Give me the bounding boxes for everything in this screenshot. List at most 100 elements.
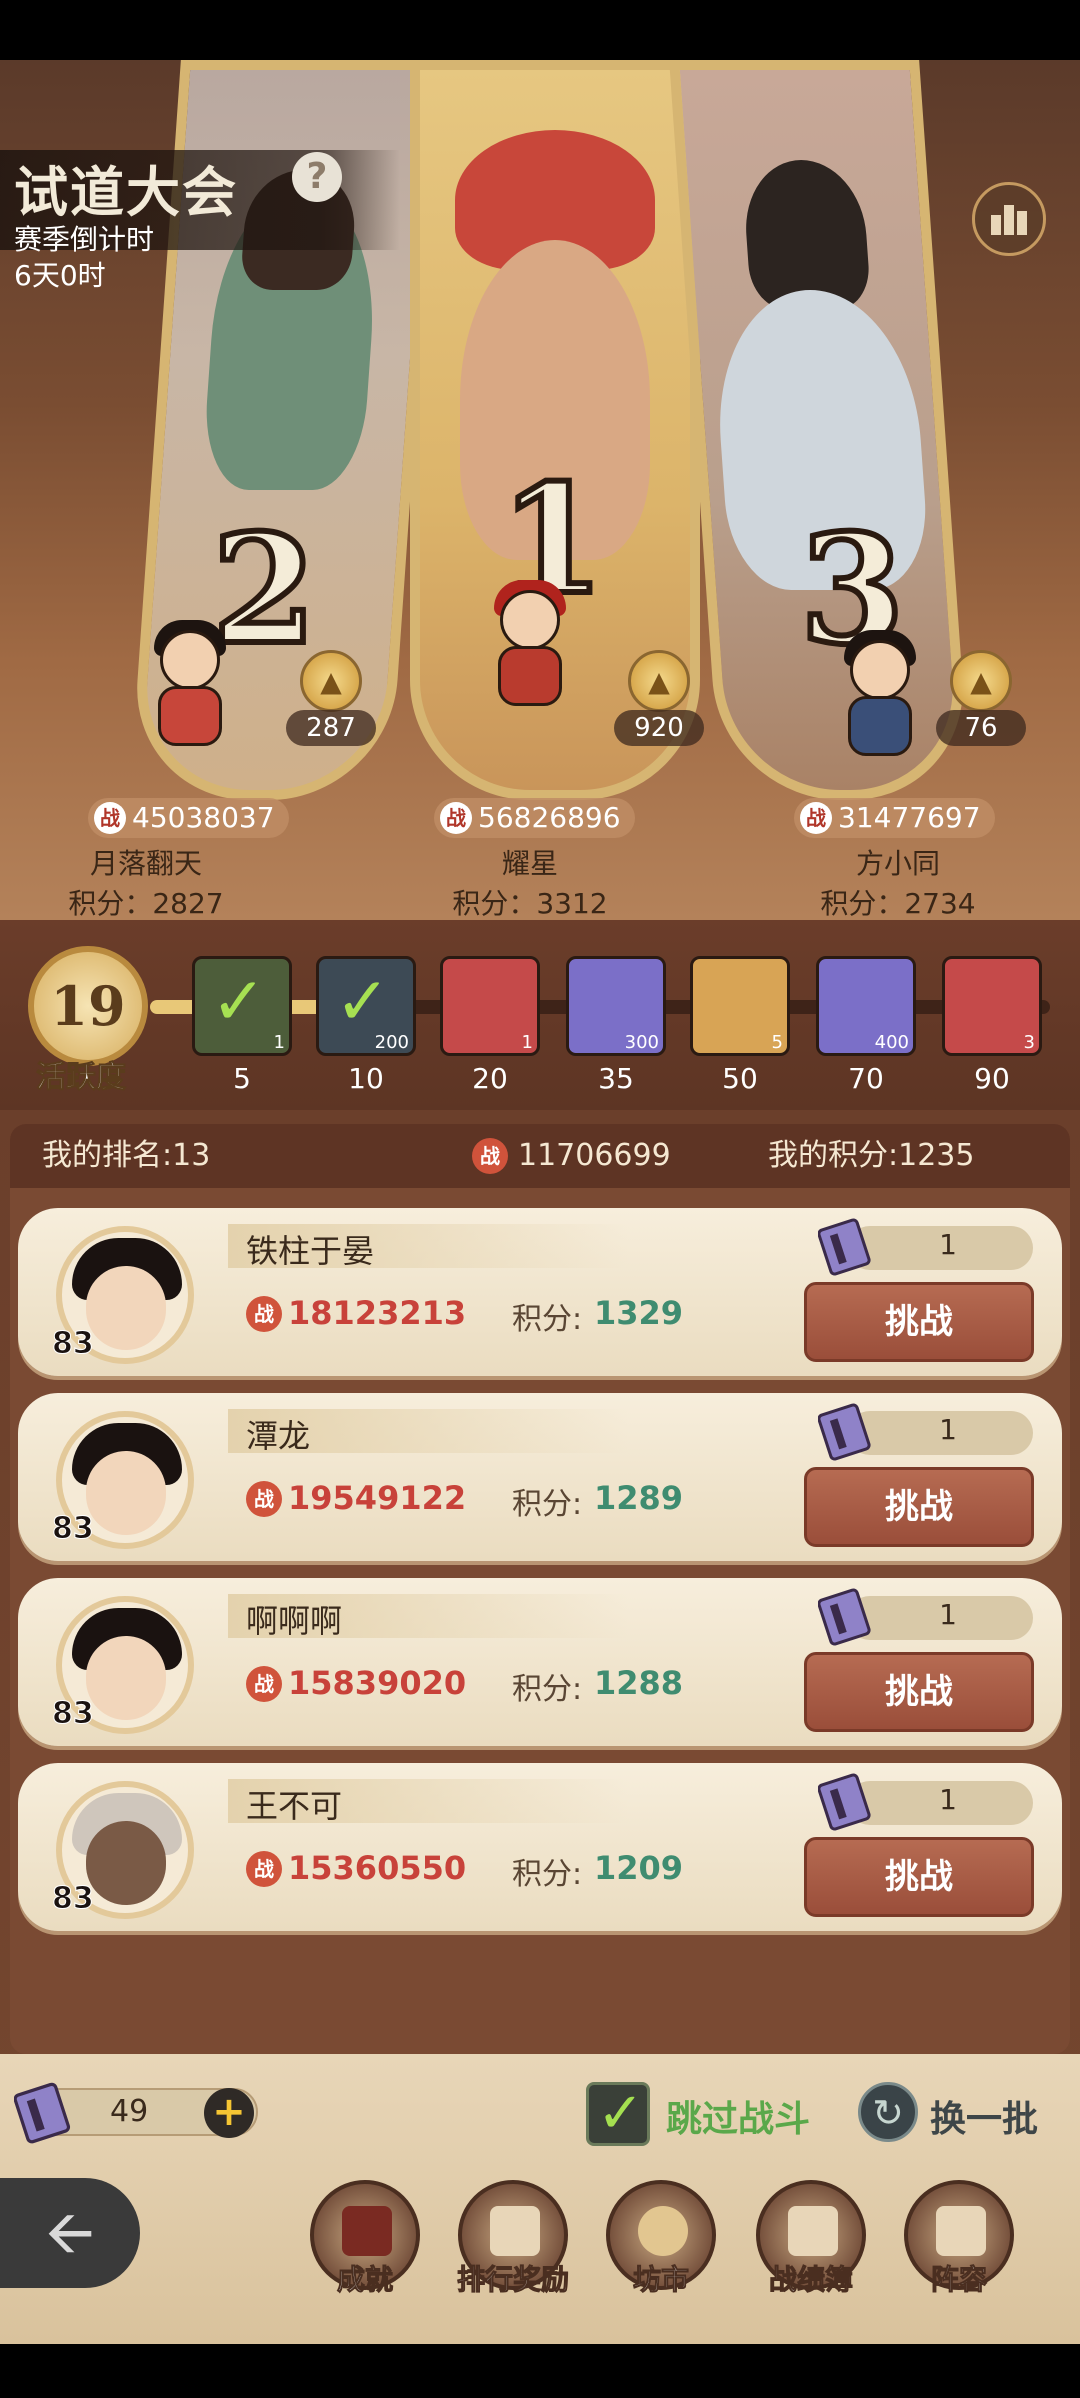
challenge-button[interactable]: 挑战 [804, 1282, 1034, 1362]
reward-chest-90[interactable]: 3 [942, 956, 1042, 1056]
player-power: 19549122 [288, 1479, 467, 1517]
challenge-ticket-icon [818, 1218, 871, 1276]
thumbs-up-icon: ▲ [648, 664, 670, 698]
player-name: 铁柱于晏 [246, 1232, 375, 1270]
money-bag-icon [638, 2206, 688, 2256]
reward-qty: 200 [374, 1032, 409, 1053]
like-count-2: 287 [286, 710, 376, 746]
opponent-row: 83 啊啊啊 战 15839020 积分: 1288 1 挑战 [18, 1578, 1062, 1746]
refresh-icon[interactable]: ↻ [858, 2082, 918, 2142]
power-badge-2: 战 45038037 [88, 798, 289, 838]
like-button-1[interactable]: ▲ [628, 650, 690, 712]
add-tickets-button[interactable]: + [204, 2088, 254, 2138]
challenge-button[interactable]: 挑战 [804, 1652, 1034, 1732]
my-power: 11706699 [518, 1138, 671, 1173]
ranking-bars-icon [490, 2206, 540, 2256]
hero-score-1: 积分：3312 [452, 887, 608, 920]
challenge-ticket-icon [818, 1773, 871, 1831]
nav-battle-records-label: 战绩簿 [768, 2263, 853, 2297]
player-score: 1209 [594, 1849, 684, 1887]
player-power: 15360550 [288, 1849, 467, 1887]
player-score: 1289 [594, 1479, 684, 1517]
reward-chest-35[interactable]: 300 [566, 956, 666, 1056]
reward-threshold: 70 [848, 1062, 884, 1095]
refresh-opponents-button[interactable]: 换一批 [930, 2090, 1038, 2142]
ticket-cost: 1 [939, 1598, 957, 1631]
opponent-row: 83 潭龙 战 19549122 积分: 1289 1 挑战 [18, 1393, 1062, 1561]
reward-chest-50[interactable]: 5 [690, 956, 790, 1056]
back-arrow-icon: 🡨 [45, 2198, 95, 2268]
player-score: 1288 [594, 1664, 684, 1702]
reward-qty: 1 [521, 1032, 533, 1053]
activity-bar [0, 920, 1080, 1110]
battle-power-icon: 战 [246, 1851, 282, 1887]
check-icon: ✓ [597, 2081, 644, 2146]
player-level: 83 [52, 1326, 95, 1362]
activity-label: 活跃度 [36, 1060, 127, 1096]
battle-power-icon: 战 [246, 1666, 282, 1702]
activity-medal: 19 [28, 946, 148, 1066]
score-label: 积分: [512, 1487, 583, 1522]
reward-chest-5[interactable]: ✓ 1 [192, 956, 292, 1056]
back-button[interactable]: 🡨 [0, 2178, 140, 2288]
claimed-check-icon: ✓ [335, 963, 391, 1040]
rank-2-chibi [130, 620, 250, 770]
challenge-button[interactable]: 挑战 [804, 1467, 1034, 1547]
hero-name-1: 耀星 [501, 847, 558, 880]
claimed-check-icon: ✓ [211, 963, 267, 1040]
hero-hair [741, 160, 872, 310]
reward-threshold: 50 [722, 1062, 758, 1095]
score-label: 积分: [512, 1302, 583, 1337]
reward-chest-70[interactable]: 400 [816, 956, 916, 1056]
ticket-balance: 49 [110, 2094, 149, 2129]
reward-qty: 300 [624, 1032, 659, 1053]
battle-power-icon: 战 [472, 1138, 508, 1174]
leaderboard-button[interactable] [972, 182, 1046, 256]
player-level: 83 [52, 1511, 95, 1547]
challenge-button[interactable]: 挑战 [804, 1837, 1034, 1917]
ticket-cost: 1 [939, 1413, 957, 1446]
reward-threshold: 10 [348, 1062, 384, 1095]
formation-icon [936, 2206, 986, 2256]
battle-power-icon: 战 [246, 1481, 282, 1517]
challenge-ticket-icon [818, 1403, 871, 1461]
countdown-label: 赛季倒计时 [14, 223, 155, 256]
countdown-value: 6天0时 [14, 259, 106, 292]
challenge-ticket-icon [818, 1588, 871, 1646]
skip-battle-label[interactable]: 跳过战斗 [666, 2090, 810, 2142]
scroll-banner-icon [342, 2206, 392, 2256]
ticket-cost: 1 [939, 1783, 957, 1816]
like-button-2[interactable]: ▲ [300, 650, 362, 712]
like-count-3: 76 [936, 710, 1026, 746]
battle-power-icon: 战 [246, 1296, 282, 1332]
battle-power-icon: 战 [440, 802, 472, 834]
thumbs-up-icon: ▲ [320, 664, 342, 698]
battle-power-icon: 战 [800, 802, 832, 834]
reward-threshold: 20 [472, 1062, 508, 1095]
player-level: 83 [52, 1881, 95, 1917]
nav-market-label: 坊市 [632, 2263, 689, 2297]
my-rank-bar: 我的排名:13 战 11706699 我的积分:1235 [10, 1124, 1070, 1188]
reward-chest-20[interactable]: 1 [440, 956, 540, 1056]
hero-name-3: 方小同 [855, 847, 940, 880]
game-screen: 试道大会 ? 赛季倒计时 6天0时 2 1 3 ▲ 287 ▲ 920 ▲ 76… [0, 0, 1080, 2398]
help-button[interactable]: ? [292, 152, 342, 202]
opponent-row: 83 铁柱于晏 战 18123213 积分: 1329 1 挑战 [18, 1208, 1062, 1376]
power-badge-1: 战 56826896 [434, 798, 635, 838]
power-value: 56826896 [478, 801, 621, 834]
reward-chest-10[interactable]: ✓ 200 [316, 956, 416, 1056]
hero-name-2: 月落翻天 [89, 847, 202, 880]
like-count-1: 920 [614, 710, 704, 746]
rank-3-chibi [820, 630, 940, 780]
podium-area: 试道大会 ? 赛季倒计时 6天0时 2 1 3 ▲ 287 ▲ 920 ▲ 76… [0, 60, 1080, 920]
power-badge-3: 战 31477697 [794, 798, 995, 838]
reward-qty: 3 [1023, 1032, 1035, 1053]
hero-score-2: 积分：2827 [68, 887, 224, 920]
hero-score-3: 积分：2734 [820, 887, 976, 920]
skip-battle-checkbox[interactable]: ✓ [586, 2081, 650, 2146]
score-label: 积分: [512, 1672, 583, 1707]
like-button-3[interactable]: ▲ [950, 650, 1012, 712]
ticket-cost: 1 [939, 1228, 957, 1261]
reward-threshold: 5 [233, 1062, 251, 1095]
player-score: 1329 [594, 1294, 684, 1332]
